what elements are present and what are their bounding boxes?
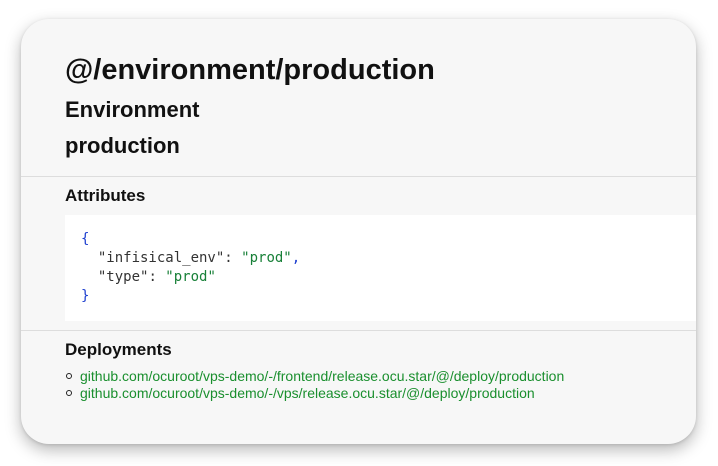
json-comma: , (291, 250, 301, 266)
list-item: github.com/ocuroot/vps-demo/-/frontend/r… (66, 368, 564, 385)
attributes-json-block: { "infisical_env": "prod", "type": "prod… (65, 215, 696, 321)
json-separator: : (148, 269, 166, 285)
json-key: "infisical_env" (97, 250, 225, 266)
resource-kind: Environment (65, 97, 200, 122)
json-value: "prod" (241, 250, 292, 266)
page-title: @/environment/production (65, 54, 435, 86)
bullet-icon (66, 373, 72, 379)
bullet-icon (66, 390, 72, 396)
environment-card: @/environment/production Environment pro… (21, 19, 696, 444)
deployment-link-frontend[interactable]: github.com/ocuroot/vps-demo/-/frontend/r… (80, 368, 564, 384)
divider (21, 176, 696, 177)
json-open-brace: { (81, 231, 90, 247)
json-separator: : (224, 250, 242, 266)
resource-name: production (65, 133, 180, 158)
deployments-list: github.com/ocuroot/vps-demo/-/frontend/r… (65, 368, 564, 402)
deployments-heading: Deployments (65, 340, 172, 359)
json-close-brace: } (81, 288, 90, 304)
json-value: "prod" (165, 269, 216, 285)
list-item: github.com/ocuroot/vps-demo/-/vps/releas… (66, 385, 564, 402)
attributes-heading: Attributes (65, 186, 146, 205)
divider (21, 330, 696, 331)
json-key: "type" (97, 269, 149, 285)
deployment-link-vps[interactable]: github.com/ocuroot/vps-demo/-/vps/releas… (80, 385, 535, 401)
